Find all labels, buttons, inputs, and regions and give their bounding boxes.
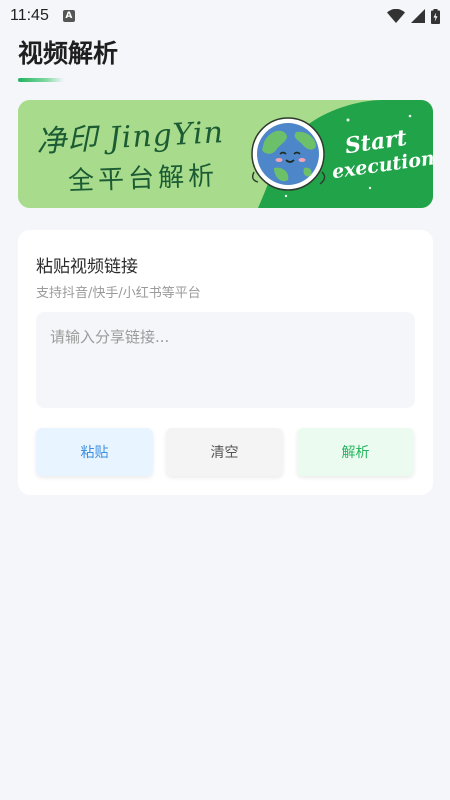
parse-button[interactable]: 解析 — [297, 428, 414, 476]
title-underline — [18, 78, 64, 82]
share-link-input[interactable] — [36, 312, 415, 408]
status-bar: 11:45 A — [0, 0, 450, 32]
status-time: 11:45 — [10, 7, 49, 24]
battery-charging-icon — [431, 8, 440, 24]
card-subtitle: 支持抖音/快手/小红书等平台 — [36, 286, 201, 301]
card-title: 粘贴视频链接 — [36, 257, 138, 277]
a-letter-icon: A — [62, 10, 75, 22]
promo-banner[interactable]: 净印 JingYin 全平台解析 Start execution — [18, 100, 433, 208]
smiling-earth-icon — [251, 117, 326, 191]
cell-signal-icon — [411, 9, 425, 23]
page-title: 视频解析 — [18, 39, 119, 68]
banner-slogan-text: 全平台解析 — [67, 161, 219, 197]
status-left: 11:45 A — [10, 7, 75, 25]
clear-button[interactable]: 清空 — [166, 428, 283, 476]
wifi-icon — [387, 9, 405, 23]
paste-link-card: 粘贴视频链接 支持抖音/快手/小红书等平台 粘贴 清空 解析 — [18, 230, 433, 495]
paste-button[interactable]: 粘贴 — [36, 428, 153, 476]
status-right — [387, 8, 440, 24]
